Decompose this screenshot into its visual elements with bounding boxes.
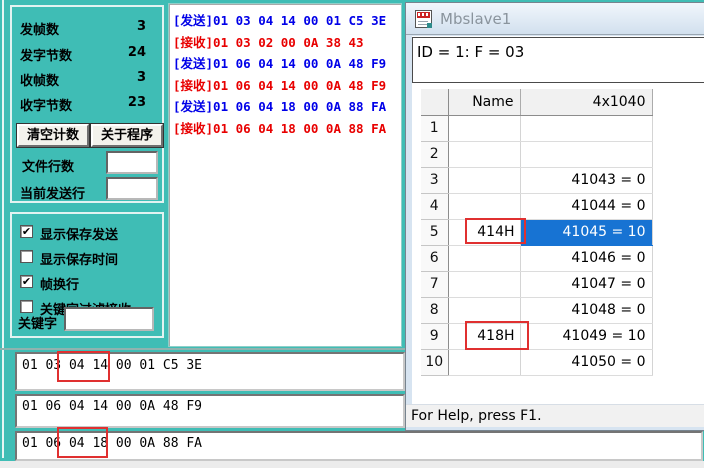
grid-row: 9 418H 41049 = 10	[421, 323, 652, 349]
log-line-recv: [接收]01 06 04 14 00 0A 48 F9	[173, 75, 401, 97]
options-groupbox: ✔ 显示保存发送 显示保存时间 ✔ 帧换行 关键字过滤接收 关键字	[10, 212, 164, 338]
slave-id-function-bar: ID = 1: F = 03	[412, 37, 704, 83]
row-number[interactable]: 2	[421, 141, 448, 167]
about-program-button[interactable]: 关于程序	[91, 124, 163, 147]
grid-row: 2	[421, 141, 652, 167]
left-app-window-edge	[2, 0, 4, 458]
grid-row: 10 41050 = 0	[421, 349, 652, 375]
name-cell[interactable]	[448, 115, 520, 141]
send-line-input-3[interactable]: 01 06 04 18 00 0A 88 FA	[15, 431, 703, 461]
keyword-input[interactable]	[64, 307, 154, 331]
status-bar: For Help, press F1.	[406, 404, 704, 427]
mbslave-titlebar[interactable]: Mbslave1	[406, 3, 704, 35]
name-cell[interactable]	[448, 297, 520, 323]
register-cell[interactable]	[520, 115, 652, 141]
grid-row: 6 41046 = 0	[421, 245, 652, 271]
register-cell[interactable]: 41046 = 0	[520, 245, 652, 271]
sent-bytes-label: 发字节数	[20, 45, 72, 64]
name-cell[interactable]	[448, 349, 520, 375]
register-grid: Name 4x1040 1 2 3 41043 = 0 4 4104	[421, 89, 653, 376]
register-cell[interactable]: 41044 = 0	[520, 193, 652, 219]
sent-frames-value: 3	[137, 19, 146, 34]
row-number[interactable]: 4	[421, 193, 448, 219]
comm-log-panel[interactable]: [发送]01 03 04 14 00 01 C5 3E [接收]01 03 02…	[168, 3, 402, 347]
show-save-time-checkbox[interactable]	[20, 250, 33, 263]
current-send-line-input[interactable]	[106, 177, 158, 200]
grid-col-header-register[interactable]: 4x1040	[520, 89, 652, 115]
row-number[interactable]: 10	[421, 349, 448, 375]
show-save-time-label: 显示保存时间	[40, 249, 118, 268]
grid-row: 8 41048 = 0	[421, 297, 652, 323]
bottom-gray-strip	[0, 461, 704, 468]
sent-frames-label: 发帧数	[20, 19, 59, 38]
name-cell[interactable]	[448, 245, 520, 271]
screen: 发帧数 3 发字节数 24 收帧数 3 收字节数 23 清空计数 关于程序 文件…	[0, 0, 704, 468]
name-cell[interactable]	[448, 271, 520, 297]
row-number[interactable]: 5	[421, 219, 448, 245]
register-cell[interactable]	[520, 141, 652, 167]
row-number[interactable]: 6	[421, 245, 448, 271]
mbslave-doc-icon	[415, 10, 432, 28]
grid-row: 4 41044 = 0	[421, 193, 652, 219]
annotation-box-04-14	[57, 351, 110, 382]
log-line-recv: [接收]01 03 02 00 0A 38 43	[173, 32, 401, 54]
register-cell[interactable]: 41047 = 0	[520, 271, 652, 297]
keyword-filter-checkbox[interactable]	[20, 300, 33, 313]
log-line-send: [发送]01 03 04 14 00 01 C5 3E	[173, 10, 401, 32]
name-cell[interactable]	[448, 167, 520, 193]
frame-newline-label: 帧换行	[40, 274, 79, 293]
grid-row: 1	[421, 115, 652, 141]
log-line-send: [发送]01 06 04 18 00 0A 88 FA	[173, 96, 401, 118]
grid-col-header-name[interactable]: Name	[448, 89, 520, 115]
stats-groupbox: 发帧数 3 发字节数 24 收帧数 3 收字节数 23 清空计数 关于程序 文件…	[10, 5, 164, 203]
file-lines-input[interactable]	[106, 151, 158, 174]
send-line-input-2[interactable]: 01 06 04 14 00 0A 48 F9	[15, 394, 405, 428]
annotation-box-414h	[465, 218, 526, 244]
clear-count-button[interactable]: 清空计数	[17, 124, 89, 147]
mbslave-window: Mbslave1 ID = 1: F = 03 Name 4x1040 1 2 …	[405, 2, 704, 431]
row-number[interactable]: 7	[421, 271, 448, 297]
grid-header-row: Name 4x1040	[421, 89, 652, 115]
grid-row: 7 41047 = 0	[421, 271, 652, 297]
window-title: Mbslave1	[440, 10, 511, 28]
keyword-label: 关键字	[18, 313, 57, 332]
log-line-recv: [接收]01 06 04 18 00 0A 88 FA	[173, 118, 401, 140]
grid-row: 3 41043 = 0	[421, 167, 652, 193]
recv-frames-label: 收帧数	[20, 70, 59, 89]
row-number[interactable]: 3	[421, 167, 448, 193]
annotation-box-418h	[465, 321, 529, 350]
name-cell[interactable]	[448, 193, 520, 219]
grid-corner-cell[interactable]	[421, 89, 448, 115]
register-cell[interactable]: 41043 = 0	[520, 167, 652, 193]
current-send-line-label: 当前发送行	[20, 183, 85, 202]
file-lines-label: 文件行数	[22, 156, 74, 175]
row-number[interactable]: 8	[421, 297, 448, 323]
annotation-box-04-18	[57, 427, 108, 458]
show-save-send-checkbox[interactable]: ✔	[20, 225, 33, 238]
log-line-send: [发送]01 06 04 14 00 0A 48 F9	[173, 53, 401, 75]
show-save-send-label: 显示保存发送	[40, 224, 118, 243]
register-cell[interactable]: 41050 = 0	[520, 349, 652, 375]
sent-bytes-value: 24	[128, 45, 146, 60]
grid-row-selected: 5 414H 41045 = 10	[421, 219, 652, 245]
register-cell[interactable]: 41049 = 10	[520, 323, 652, 349]
recv-frames-value: 3	[137, 70, 146, 85]
register-cell-selected[interactable]: 41045 = 10	[520, 219, 652, 245]
register-cell[interactable]: 41048 = 0	[520, 297, 652, 323]
row-number[interactable]: 9	[421, 323, 448, 349]
recv-bytes-label: 收字节数	[20, 95, 72, 114]
frame-newline-checkbox[interactable]: ✔	[20, 275, 33, 288]
name-cell[interactable]	[448, 141, 520, 167]
recv-bytes-value: 23	[128, 95, 146, 110]
row-number[interactable]: 1	[421, 115, 448, 141]
